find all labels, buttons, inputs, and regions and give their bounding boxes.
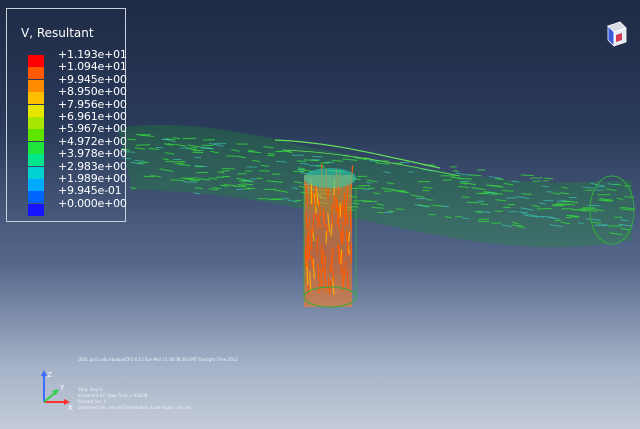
velocity-vector (584, 189, 593, 191)
model-viewport[interactable]: V, Resultant +1.193e+01 +1.094e+01 +9.945e… (0, 0, 640, 429)
triad-y-label: Y (59, 384, 65, 392)
legend-value: +9.945e+00 (58, 72, 127, 86)
velocity-vector (577, 222, 585, 224)
view-cube-icon[interactable] (602, 18, 632, 50)
legend-value: +4.972e+00 (58, 134, 127, 148)
velocity-vector (501, 190, 514, 192)
xyz-triad-icon: Z X Y (41, 370, 73, 412)
velocity-vector (184, 177, 198, 179)
legend-swatch (28, 203, 44, 216)
legend-value: +7.956e+00 (58, 97, 127, 111)
velocity-vector (377, 211, 384, 214)
velocity-vector (311, 191, 314, 208)
legend-value: +9.945e-01 (58, 184, 122, 198)
odb-info-line: ODB: pcs1.odb Abaqus/CFD 6.13 Sun Mar 11… (78, 357, 238, 362)
legend-swatch (28, 92, 44, 105)
legend-swatch (28, 104, 44, 117)
velocity-vector (350, 243, 353, 263)
velocity-vector (452, 170, 459, 172)
velocity-vector (520, 174, 534, 177)
legend-value: +0.000e+00 (58, 196, 127, 210)
velocity-vector (517, 226, 525, 228)
legend-value: +1.094e+01 (58, 60, 127, 74)
velocity-vector (457, 177, 473, 180)
velocity-vector (241, 183, 253, 186)
legend-swatch (28, 166, 44, 179)
velocity-vector (217, 171, 225, 174)
legend-swatch (28, 154, 44, 167)
velocity-vector (221, 168, 235, 170)
velocity-vector (466, 201, 479, 204)
pipe-flow-vectors (118, 124, 636, 248)
velocity-vector (351, 206, 358, 208)
velocity-vector (537, 208, 552, 210)
velocity-vector (135, 144, 151, 146)
legend-value: +1.193e+01 (58, 48, 127, 61)
legend-swatch (28, 117, 44, 129)
legend-value: +6.961e+00 (58, 110, 127, 123)
velocity-vector (340, 249, 343, 265)
legend-swatch (28, 79, 44, 92)
legend-swatch (28, 191, 44, 204)
deformed-var-line: Deformed Var: not set Deformation Scale … (78, 405, 191, 410)
velocity-vector (162, 158, 169, 160)
legend-swatch (28, 179, 44, 191)
velocity-vector (543, 177, 554, 180)
primary-var-line: Primary Var: V (78, 399, 107, 404)
velocity-vector (195, 187, 203, 189)
legend-value: +5.967e+00 (58, 122, 127, 136)
legend-value: +8.950e+00 (58, 85, 127, 99)
contour-legend: V, Resultant +1.193e+01 +1.094e+01 +9.945e… (6, 8, 127, 222)
step-line: Step: Step-1 (78, 387, 103, 392)
velocity-vector (276, 181, 284, 183)
legend-swatch (28, 141, 44, 154)
velocity-vector (333, 193, 335, 209)
legend-value: +2.983e+00 (58, 159, 127, 173)
velocity-vector (296, 160, 306, 162)
inlet-jet-vectors (303, 163, 357, 308)
velocity-vector (367, 200, 377, 203)
velocity-vector (182, 137, 196, 140)
triad-z-label: Z (47, 371, 52, 379)
legend-value: +3.978e+00 (58, 147, 127, 161)
velocity-vector (332, 269, 335, 283)
legend-swatch (28, 55, 44, 67)
legend-title: V, Resultant (21, 26, 94, 40)
triad-x-label: X (68, 404, 73, 412)
velocity-vector (395, 208, 404, 210)
velocity-vector (238, 180, 247, 183)
increment-line: Increment 67: Step Time = 0.6038 (78, 393, 148, 398)
legend-swatch (28, 129, 44, 142)
legend-value: +1.989e+00 (58, 172, 127, 185)
legend-swatch (28, 67, 44, 80)
